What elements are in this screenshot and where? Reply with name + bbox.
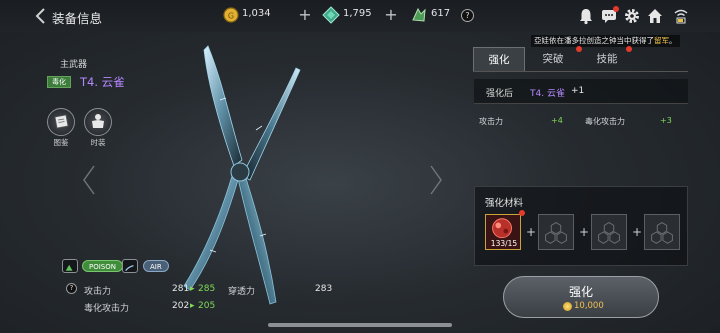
empty-hex-icon (651, 222, 673, 244)
air-element-icon (122, 259, 138, 273)
attack-current: 281 (172, 284, 190, 294)
wifi-battery-icon (674, 9, 688, 24)
poison-tag: POISON (82, 260, 123, 272)
material-alert-dot (519, 210, 525, 216)
gem-amount: 1,795 (343, 8, 372, 19)
codex-label: 图鉴 (53, 138, 69, 147)
poison-attack-new: 205 (198, 301, 216, 311)
material-slot-empty[interactable] (591, 214, 627, 250)
empty-hex-icon (545, 222, 567, 244)
enhance-button-label: 强化 (568, 285, 593, 299)
air-tag: AIR (143, 260, 169, 272)
material-panel: 强化材料 133/15 + + + (474, 186, 688, 266)
material-slot-empty[interactable] (644, 214, 680, 250)
poison-attack-label: 毒化攻击力 (84, 304, 130, 314)
attack-label: 攻击力 (84, 287, 112, 297)
tab-enhance[interactable]: 强化 (473, 47, 525, 71)
tab-alert-dot (576, 46, 582, 52)
notice-text: 亞娃依在潘多拉创造之钟当中获得了 (534, 36, 654, 45)
enhance-after-level: +1 (571, 86, 585, 96)
attack-new: 285 (198, 284, 216, 294)
enhance-button[interactable]: 强化 10,000 (503, 276, 659, 318)
poison-drop-icon (65, 264, 73, 271)
plus-icon: + (526, 225, 537, 239)
poison-attack-current: 202 (172, 301, 190, 311)
bonus-attack-label: 攻击力 (479, 117, 503, 126)
weapon-slot-label: 主武器 (60, 60, 88, 70)
arrow-up-icon: ▸ (190, 284, 195, 294)
gem-icon (322, 6, 340, 24)
enhance-after-label: 强化后 (486, 89, 514, 99)
plus-icon: + (579, 225, 590, 239)
svg-text:G: G (228, 12, 234, 21)
add-gold-button[interactable]: + (298, 6, 312, 24)
wind-icon (125, 264, 134, 272)
bonus-attack-value: +4 (551, 116, 563, 125)
gold-amount: 1,034 (242, 8, 271, 19)
pierce-value: 283 (315, 284, 333, 294)
settings-button[interactable] (623, 7, 641, 25)
fashion-button[interactable] (84, 108, 112, 136)
enhance-result-row: 强化后 T4. 云雀 +1 (474, 79, 688, 104)
plus-icon: + (632, 225, 643, 239)
crystal-amount: 617 (431, 8, 451, 19)
stats-help-button[interactable]: ? (66, 283, 77, 294)
material-slot-filled[interactable]: 133/15 (485, 214, 521, 250)
chat-alert-dot (613, 6, 619, 12)
help-button[interactable]: ? (461, 9, 474, 22)
outfit-icon (92, 114, 104, 128)
poison-element-icon (62, 259, 78, 273)
gold-coin-icon (563, 302, 572, 311)
weapon-model (183, 45, 301, 305)
gear-icon (625, 9, 639, 23)
bell-icon (580, 9, 592, 25)
notice-suffix: 。 (669, 36, 677, 45)
notice-highlight: 留军 (654, 36, 669, 45)
tab-breakthrough[interactable]: 突破 (527, 47, 579, 71)
home-button[interactable] (646, 7, 664, 25)
tab-skills[interactable]: 技能 (581, 47, 633, 71)
arrow-up-icon: ▸ (190, 301, 195, 311)
add-gems-button[interactable]: + (384, 6, 398, 24)
element-type-badge: 毒化 (47, 76, 71, 88)
gold-coin-icon: G (223, 7, 239, 23)
material-title: 强化材料 (485, 198, 524, 209)
network-status (672, 7, 690, 25)
empty-hex-icon (598, 222, 620, 244)
tab-alert-dot (626, 46, 632, 52)
notification-button[interactable] (577, 7, 595, 25)
system-notice: 亞娃依在潘多拉创造之钟当中获得了留军。 (531, 35, 680, 47)
pierce-label: 穿透力 (228, 287, 256, 297)
home-icon (648, 9, 662, 23)
enhance-cost: 10,000 (574, 301, 604, 311)
bonus-poison-label: 毒化攻击力 (585, 117, 625, 126)
chevron-left-icon (35, 8, 45, 24)
top-bar: 装备信息 G 1,034 + 1,795 + 617 ? (0, 0, 720, 32)
weapon-name: T4. 云雀 (80, 75, 125, 89)
arrow-right-icon (430, 165, 442, 195)
book-icon (54, 114, 69, 129)
enhance-after-name: T4. 云雀 (530, 89, 565, 99)
material-slot-empty[interactable] (538, 214, 574, 250)
fashion-label: 时装 (90, 138, 106, 147)
material-count: 133/15 (490, 239, 518, 248)
bonus-poison-value: +3 (660, 116, 672, 125)
crystal-icon (412, 7, 426, 22)
arrow-left-icon (83, 165, 95, 195)
back-button[interactable] (34, 7, 48, 25)
next-weapon-button[interactable] (429, 164, 443, 196)
home-indicator-bar[interactable] (268, 323, 452, 327)
codex-button[interactable] (47, 108, 75, 136)
previous-weapon-button[interactable] (82, 164, 96, 196)
page-title: 装备信息 (52, 11, 103, 26)
